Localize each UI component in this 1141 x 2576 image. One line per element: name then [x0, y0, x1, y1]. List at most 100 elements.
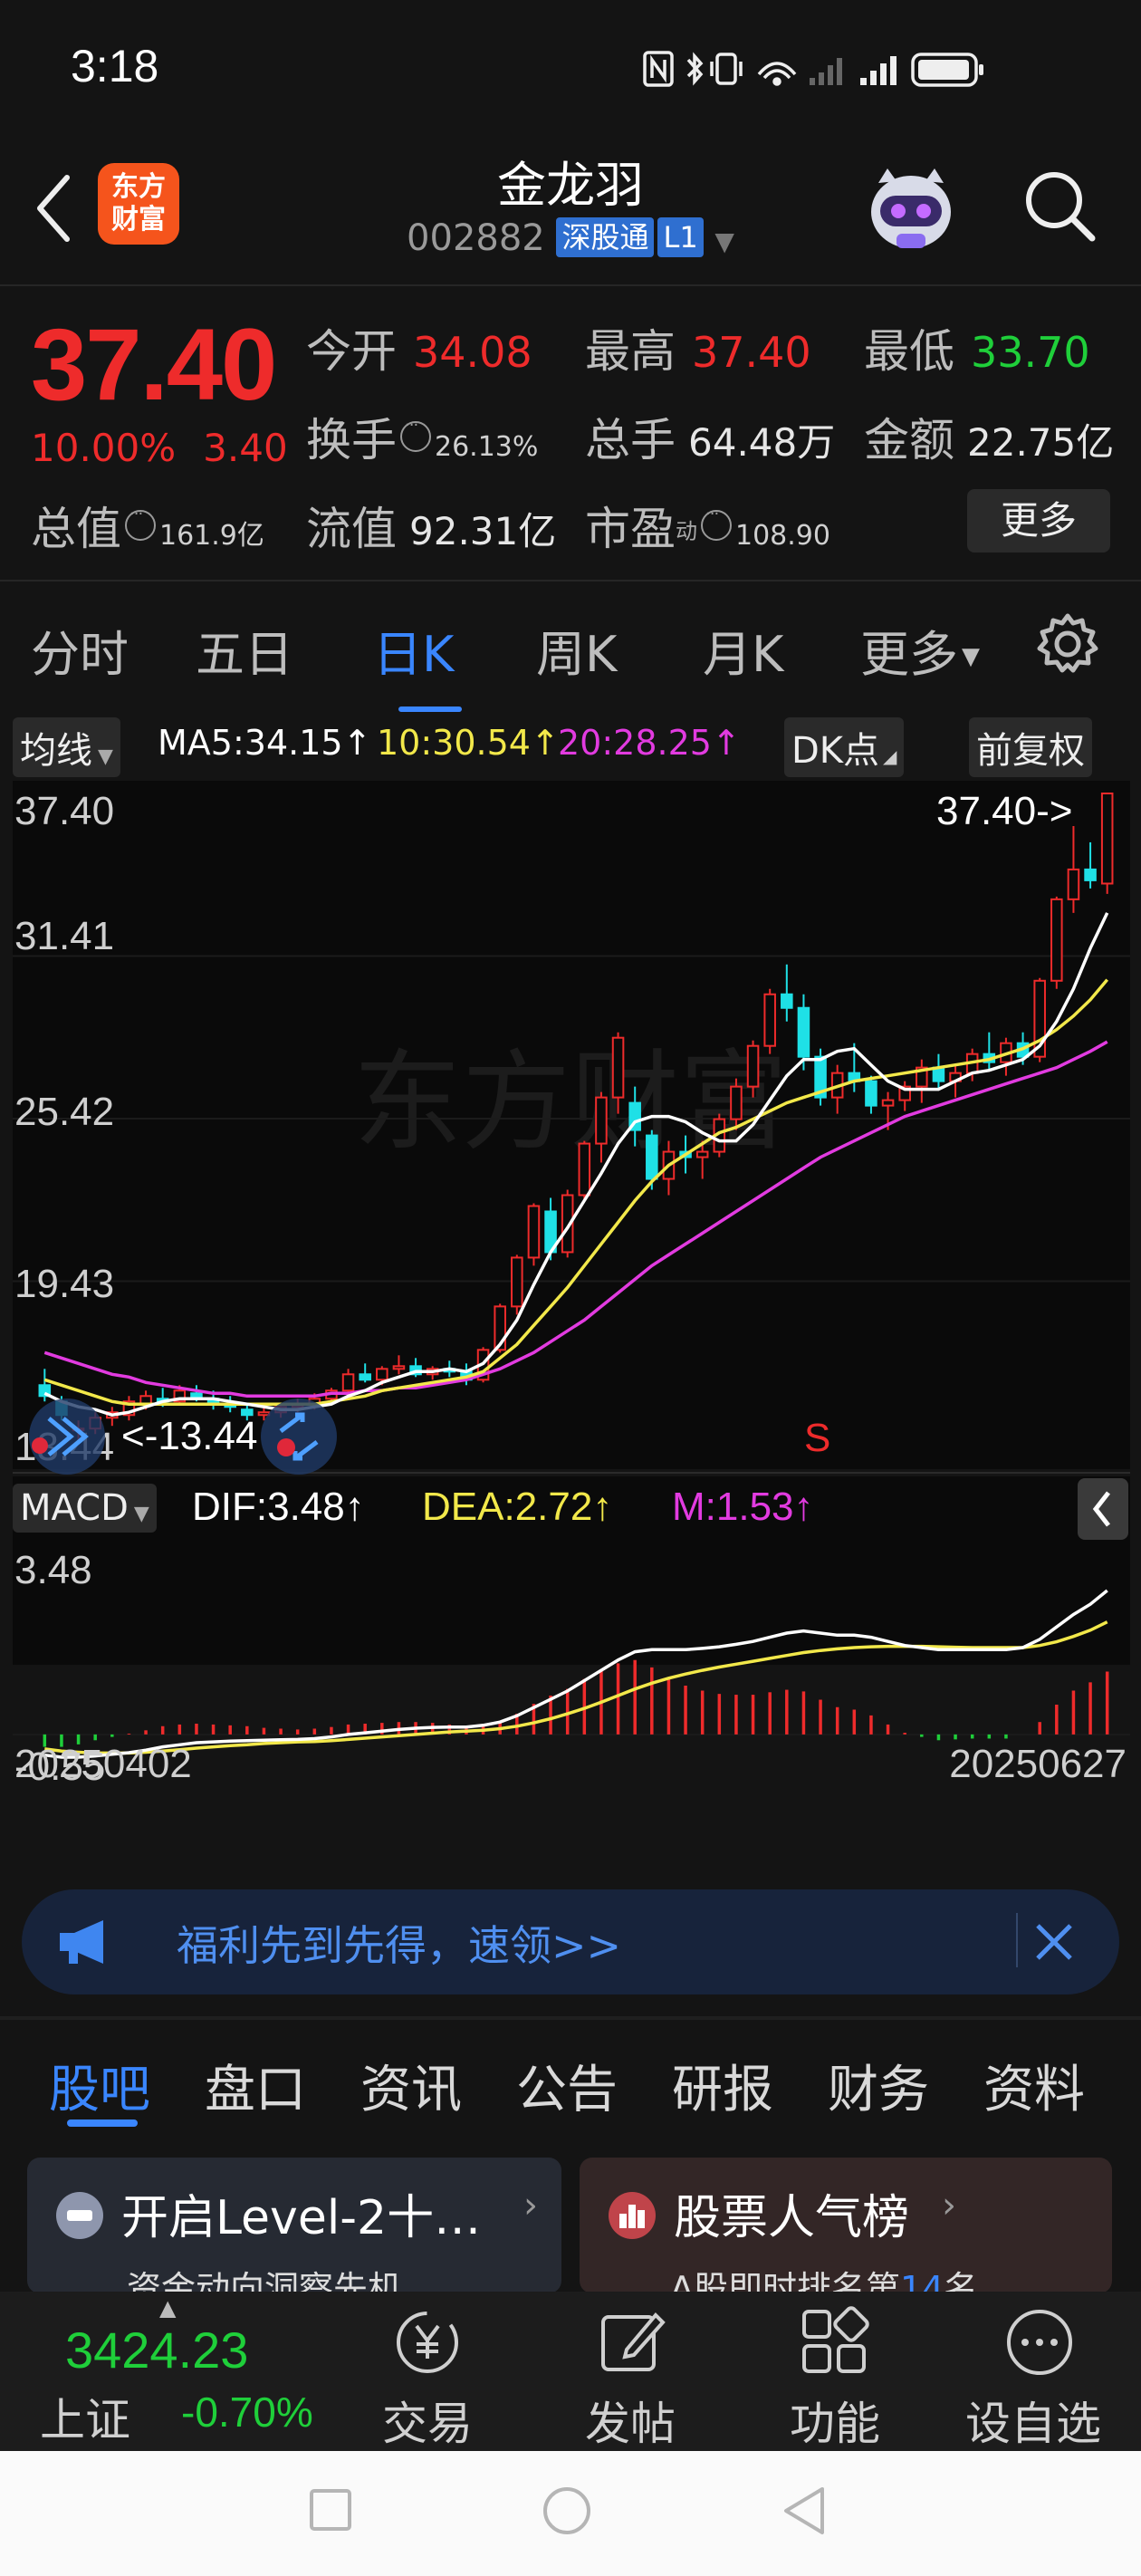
connect-tag: 深股通: [556, 217, 655, 257]
tab-announcements[interactable]: 公告: [516, 2049, 618, 2122]
candle-body: [865, 1080, 877, 1107]
trade-yen-icon[interactable]: [391, 2306, 464, 2379]
volume-field: 总手 64.48万: [585, 414, 836, 466]
back-triangle-icon[interactable]: [781, 2485, 828, 2536]
tab-guba[interactable]: 股吧: [49, 2049, 150, 2122]
candle-body: [746, 1044, 760, 1088]
candle-body: [763, 993, 776, 1047]
functions-grid-icon[interactable]: [799, 2306, 871, 2379]
divider: [0, 284, 1141, 286]
megaphone-icon: [60, 1920, 103, 1964]
chevron-right-icon: ›: [523, 2185, 538, 2226]
sell-signal-marker: S: [804, 1416, 830, 1460]
more-quote-button[interactable]: 更多: [967, 489, 1110, 553]
macd-selector[interactable]: MACD ▼: [13, 1484, 157, 1533]
y-tick-label: 31.41: [14, 914, 114, 958]
post-edit-icon[interactable]: [596, 2306, 668, 2379]
candle-body: [881, 1099, 895, 1107]
card-title: 股票人气榜: [674, 2191, 910, 2245]
dif-value: DIF:3.48↑: [192, 1485, 365, 1529]
info-icon[interactable]: [400, 416, 431, 452]
candle-body: [611, 1036, 625, 1099]
candle-body: [730, 1085, 743, 1120]
nav-trade[interactable]: 交易: [382, 2388, 473, 2453]
date-end: 20250627: [949, 1742, 1127, 1786]
candle-body: [1100, 793, 1114, 885]
tab-news[interactable]: 资讯: [360, 2049, 462, 2122]
tab-monthly-k[interactable]: 月K: [703, 614, 783, 686]
candle-body: [797, 1006, 810, 1058]
candle-body: [341, 1373, 355, 1392]
candle-body: [1067, 868, 1080, 900]
candle-body: [578, 1142, 591, 1197]
macd-y-tick: 3.48: [14, 1548, 92, 1592]
recents-square-icon[interactable]: [308, 2487, 353, 2533]
pe-field[interactable]: 市盈动108.90: [585, 493, 830, 558]
tab-pankou[interactable]: 盘口: [205, 2049, 306, 2122]
adjust-button[interactable]: 前复权: [969, 717, 1092, 777]
info-icon[interactable]: [125, 505, 156, 541]
home-circle-icon[interactable]: [542, 2485, 592, 2536]
kline-chart[interactable]: 东方财富 37.40 31.41 25.42 19.43 13.44 37.40…: [0, 777, 1141, 1792]
m-value: M:1.53↑: [672, 1485, 814, 1529]
max-price-marker: 37.40->: [936, 789, 1072, 833]
candle-body: [1050, 898, 1063, 982]
search-icon[interactable]: [1021, 168, 1098, 244]
robot-assistant-icon[interactable]: [860, 156, 962, 257]
info-icon[interactable]: [701, 505, 732, 541]
settings-gear-icon[interactable]: [1036, 612, 1099, 676]
candle-body: [257, 1411, 271, 1417]
tab-daily-k[interactable]: 日K: [373, 614, 454, 686]
amount-field: 金额 22.75亿: [864, 414, 1115, 466]
nav-watchlist-settings[interactable]: 设自选: [965, 2388, 1101, 2453]
price-change: 10.00% 3.40: [31, 426, 288, 470]
candle-body: [392, 1365, 406, 1370]
tab-research[interactable]: 研报: [672, 2049, 773, 2122]
close-icon[interactable]: [1034, 1922, 1074, 1962]
level-tag: L1: [657, 217, 704, 257]
divider: [0, 2016, 1141, 2020]
chevron-right-icon: ›: [942, 2185, 956, 2226]
float-cap-field: 流值 92.31亿: [306, 503, 557, 555]
nav-functions[interactable]: 功能: [790, 2388, 880, 2453]
ma10-value: 10:30.54↑: [377, 723, 560, 763]
dk-point-button[interactable]: DK点 ◢: [784, 717, 905, 777]
candle-body: [527, 1205, 541, 1259]
card-title: 开启Level-2十…: [121, 2191, 482, 2245]
caret-up-icon: ▲: [159, 2295, 177, 2321]
level2-icon: [56, 2192, 103, 2239]
dropdown-icon: ▼: [714, 226, 734, 256]
tab-five-day[interactable]: 五日: [196, 614, 293, 686]
banner-text[interactable]: 福利先到先得，速领>>: [177, 1913, 621, 1973]
index-value[interactable]: 3424.23: [65, 2321, 248, 2379]
nav-post[interactable]: 发帖: [585, 2388, 676, 2453]
collapse-panel-button[interactable]: [1078, 1478, 1128, 1540]
tab-intraday[interactable]: 分时: [31, 614, 129, 686]
tab-more[interactable]: 更多 ▼: [860, 614, 980, 686]
indicator-selector[interactable]: 均线 ▼: [13, 717, 120, 777]
stock-name: 金龙羽: [497, 157, 644, 214]
status-bar: 3:18: [0, 0, 1141, 136]
high-field: 最高 37.40: [585, 325, 811, 378]
dea-value: DEA:2.72↑: [422, 1485, 612, 1529]
active-tab-indicator: [67, 2119, 138, 2127]
level2-card[interactable]: 开启Level-2十… › 资金动向洞察先机: [27, 2158, 561, 2293]
tab-profile[interactable]: 资料: [983, 2049, 1085, 2122]
turnover-field[interactable]: 换手26.13%: [306, 404, 538, 469]
popularity-card[interactable]: 股票人气榜 › A股即时排名第14名: [580, 2158, 1112, 2293]
candle-body: [595, 1096, 608, 1145]
market-cap-field[interactable]: 总值161.9亿: [31, 493, 264, 558]
divider: [1016, 1913, 1018, 1967]
last-price: 37.40: [31, 308, 277, 421]
tab-weekly-k[interactable]: 周K: [536, 614, 617, 686]
ma20-value: 20:28.25↑: [558, 723, 741, 763]
more-dots-icon[interactable]: [1003, 2306, 1076, 2379]
candle-body: [1084, 868, 1097, 881]
candle-body: [376, 1368, 388, 1381]
stock-subtitle[interactable]: 002882 深股通 L1 ▼: [0, 217, 1141, 259]
card-subtitle: A股即时排名第14名: [670, 2269, 979, 2293]
ranking-icon: [609, 2192, 656, 2239]
index-name: 上证: [40, 2394, 130, 2446]
y-tick-label: 19.43: [14, 1262, 114, 1306]
tab-finance[interactable]: 财务: [828, 2049, 929, 2122]
